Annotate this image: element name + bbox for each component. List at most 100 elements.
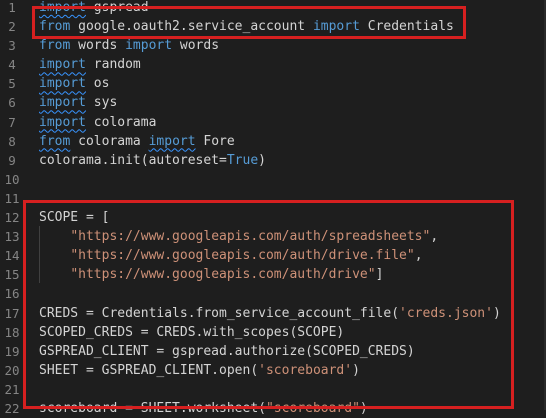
line-number: 17 (4, 305, 20, 321)
line-number: 16 (4, 286, 20, 302)
code-token: SHEET = GSPREAD_CLIENT.open( (39, 362, 259, 378)
code-token: ] (375, 267, 384, 283)
line-number: 20 (4, 362, 20, 378)
code-line[interactable]: 11 (0, 189, 546, 208)
line-number: 4 (8, 57, 16, 73)
code-line[interactable]: 4 import random (0, 55, 546, 74)
code-line[interactable]: 2 from google.oauth2.service_account impo… (0, 17, 546, 36)
code-token: colorama (70, 133, 149, 149)
code-text: CREDS = Credentials.from_service_account… (39, 304, 501, 323)
code-line[interactable]: 5 import os (0, 74, 546, 93)
code-line[interactable]: 17 CREDS = Credentials.from_service_accou… (0, 304, 546, 323)
line-number: 8 (8, 133, 16, 149)
code-token: , (430, 229, 439, 245)
line-number: 5 (8, 76, 16, 92)
code-line[interactable]: 14 "https://www.googleapis.com/auth/driv… (0, 246, 546, 265)
code-text: SCOPED_CREDS = CREDS.with_scopes(SCOPE) (39, 323, 344, 342)
code-line[interactable]: 8 from colorama import Fore (0, 132, 546, 151)
code-text: from colorama import Fore (39, 132, 235, 151)
code-token: os (85, 76, 110, 92)
code-text: "https://www.googleapis.com/auth/drive"] (39, 265, 383, 284)
code-line[interactable]: 18 SCOPED_CREDS = CREDS.with_scopes(SCOPE… (0, 323, 546, 342)
code-token: words (172, 38, 220, 54)
code-token: scoreboard = SHEET.worksheet( (39, 400, 266, 416)
line-number: 22 (4, 400, 20, 416)
line-number: 18 (4, 324, 20, 340)
keyword-token: import (148, 133, 196, 149)
line-number: 7 (8, 114, 16, 130)
line-number: 1 (8, 0, 16, 15)
code-text: "https://www.googleapis.com/auth/drive.f… (39, 246, 423, 265)
line-number: 6 (8, 95, 16, 111)
code-line[interactable]: 6 import sys (0, 93, 546, 112)
code-line[interactable]: 21 (0, 380, 546, 399)
keyword-token: from (39, 19, 71, 35)
line-number: 21 (4, 381, 20, 397)
keyword-token: import (39, 0, 86, 15)
code-text: import colorama (39, 113, 156, 132)
string-token: "scoreboard" (265, 400, 360, 416)
code-token: words (70, 38, 126, 54)
code-token: google.oauth2.service_account (70, 19, 313, 35)
line-number: 10 (4, 171, 20, 187)
code-token: colorama (85, 114, 157, 130)
code-line[interactable]: 10 (0, 170, 546, 189)
line-number: 9 (8, 152, 16, 168)
code-line[interactable]: 15 "https://www.googleapis.com/auth/driv… (0, 265, 546, 284)
code-line[interactable]: 19 GSPREAD_CLIENT = gspread.authorize(SCO… (0, 342, 546, 361)
code-text: from google.oauth2.service_account impor… (39, 17, 454, 36)
code-line[interactable]: 1 import gspread (0, 0, 546, 17)
code-text: from words import words (39, 36, 219, 55)
code-line[interactable]: 9 colorama.init(autoreset=True) (0, 151, 546, 170)
line-number: 14 (4, 248, 20, 264)
code-line[interactable]: 20 SHEET = GSPREAD_CLIENT.open('scoreboar… (0, 361, 546, 380)
code-text: import sys (39, 93, 117, 112)
code-text: scoreboard = SHEET.worksheet("scoreboard… (39, 399, 368, 418)
code-line[interactable]: 12 SCOPE = [ (0, 208, 546, 227)
keyword-token: from (39, 133, 71, 149)
string-token: "https://www.googleapis.com/auth/drive.f… (70, 248, 415, 264)
code-text: SCOPE = [ (39, 208, 109, 227)
code-token: CREDS = Credentials.from_service_account… (39, 305, 400, 321)
code-token: random (85, 57, 141, 73)
string-token: "https://www.googleapis.com/auth/drive" (70, 267, 376, 283)
string-token: "https://www.googleapis.com/auth/spreads… (70, 229, 431, 245)
code-token: Fore (195, 133, 235, 149)
line-number: 2 (8, 19, 16, 35)
line-number: 13 (4, 229, 20, 245)
code-token: colorama.init(autoreset= (39, 152, 227, 168)
code-token: GSPREAD_CLIENT = gspread.authorize(SCOPE… (39, 343, 415, 359)
string-token: 'creds.json' (399, 305, 493, 321)
code-text: import os (39, 74, 109, 93)
keyword-token: import (39, 57, 86, 73)
code-token: SCOPED_CREDS = CREDS.with_scopes(SCOPE) (39, 324, 345, 340)
line-number: 19 (4, 343, 20, 359)
code-text: import random (39, 55, 141, 74)
code-token: Credentials (359, 19, 454, 35)
code-text: "https://www.googleapis.com/auth/spreads… (39, 227, 438, 246)
keyword-token: True (226, 152, 259, 168)
code-text: colorama.init(autoreset=True) (39, 151, 266, 170)
keyword-token: import (312, 19, 360, 35)
code-line[interactable]: 22 scoreboard = SHEET.worksheet("scoreboa… (0, 399, 546, 418)
code-text: GSPREAD_CLIENT = gspread.authorize(SCOPE… (39, 342, 415, 361)
keyword-token: from (39, 38, 71, 54)
line-number: 12 (4, 210, 20, 226)
code-line[interactable]: 3 from words import words (0, 36, 546, 55)
code-line[interactable]: 16 (0, 284, 546, 303)
code-text: import gspread (39, 0, 149, 17)
code-line[interactable]: 13 "https://www.googleapis.com/auth/spre… (0, 227, 546, 246)
line-number: 11 (4, 190, 20, 206)
line-number: 15 (4, 267, 20, 283)
code-editor[interactable]: 1 import gspread 2 from google.oauth2.servi… (0, 0, 546, 418)
code-token: sys (85, 95, 118, 111)
code-token: , (414, 248, 423, 264)
code-line[interactable]: 7 import colorama (0, 113, 546, 132)
code-token: ) (258, 152, 266, 168)
indent-guide (39, 226, 40, 283)
code-token: SCOPE = [ (39, 210, 110, 226)
code-token: ) (492, 305, 501, 321)
code-token: ) (352, 362, 360, 378)
